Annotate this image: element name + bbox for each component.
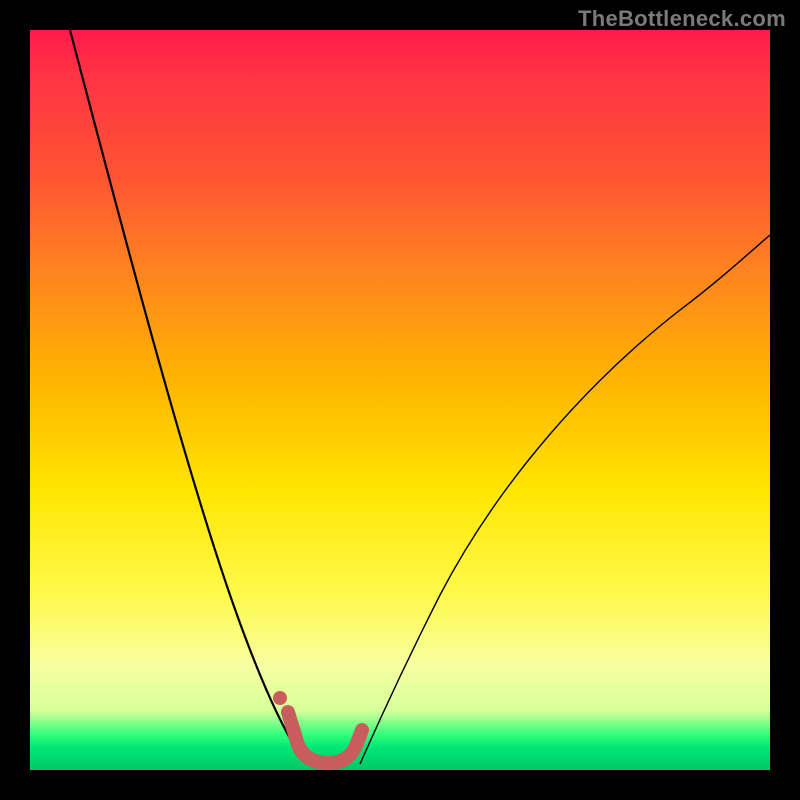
marker-dot [273,691,287,705]
plot-frame [30,30,770,770]
marker-u-shape [288,712,362,763]
curve-layer [30,30,770,770]
watermark-text: TheBottleneck.com [578,6,786,32]
left-curve [70,30,308,764]
right-curve [360,235,770,764]
